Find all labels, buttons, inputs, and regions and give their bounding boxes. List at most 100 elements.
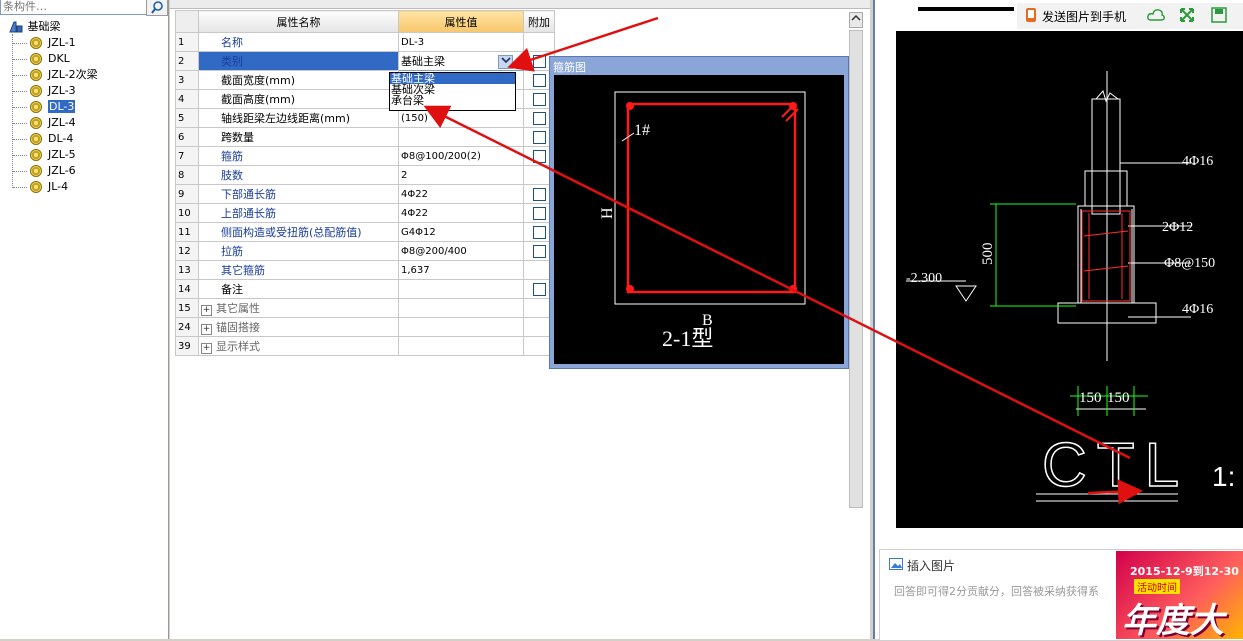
property-value[interactable] — [398, 298, 524, 318]
property-value[interactable]: DL-3 — [398, 32, 524, 52]
property-name: 截面宽度(mm) — [198, 70, 399, 90]
expand-icon[interactable]: + — [201, 343, 212, 354]
fullscreen-icon[interactable] — [1179, 7, 1195, 26]
property-name-text: 类别 — [221, 55, 243, 68]
property-value[interactable] — [398, 336, 524, 356]
property-value[interactable]: Φ8@200/400 — [398, 241, 524, 261]
promo-banner[interactable]: 2015-12-9到12-30 活动时间 年度大 — [1116, 551, 1243, 639]
attach-checkbox[interactable] — [532, 244, 546, 258]
tree-root-label: 基础梁 — [27, 20, 61, 33]
tree-connector — [13, 107, 27, 108]
attach-checkbox[interactable] — [532, 54, 546, 68]
property-value[interactable]: (150) — [398, 108, 524, 128]
attach-checkbox[interactable] — [532, 92, 546, 106]
table-row[interactable]: 7 箍筋 Φ8@100/200(2) — [175, 146, 555, 166]
property-name: 侧面构造或受扭筋(总配筋值) — [198, 222, 399, 242]
value-column-header: 属性值 — [398, 10, 524, 33]
attach-checkbox[interactable] — [532, 130, 546, 144]
table-row[interactable]: 1 名称 DL-3 — [175, 32, 555, 52]
attach-checkbox[interactable] — [532, 206, 546, 220]
row-number: 1 — [175, 32, 199, 52]
tree-item[interactable]: JZL-5 — [30, 147, 76, 163]
attach-checkbox[interactable] — [532, 111, 546, 125]
tree-item-label: DL-3 — [48, 100, 76, 113]
dropdown-option[interactable]: 承台梁 — [390, 95, 515, 106]
table-row[interactable]: 15 + 其它属性 — [175, 298, 555, 318]
property-name-text: 跨数量 — [221, 131, 254, 144]
row-number: 10 — [175, 203, 199, 223]
cad-drawing: 4Φ16 2Φ12 Φ8@150 4Φ16 500 -2.300 150 150… — [896, 31, 1243, 528]
attach-checkbox[interactable] — [532, 282, 546, 296]
cloud-icon[interactable] — [1146, 7, 1166, 26]
attach-checkbox[interactable] — [532, 225, 546, 239]
scroll-up-button[interactable] — [849, 12, 863, 28]
property-value[interactable]: 4Φ22 — [398, 203, 524, 223]
cad-label-elevation: -2.300 — [906, 271, 942, 286]
table-row[interactable]: 10 上部通长筋 4Φ22 — [175, 203, 555, 223]
insert-image-button[interactable]: 插入图片 — [907, 557, 955, 574]
row-number: 11 — [175, 222, 199, 242]
property-name-text: 备注 — [221, 283, 243, 296]
attach-checkbox[interactable] — [532, 73, 546, 87]
property-value[interactable]: G4Φ12 — [398, 222, 524, 242]
table-row[interactable]: 11 侧面构造或受扭筋(总配筋值) G4Φ12 — [175, 222, 555, 242]
property-value[interactable] — [398, 279, 524, 299]
search-button[interactable] — [146, 0, 168, 16]
beam-icon — [30, 53, 42, 65]
property-value[interactable]: 1,637 — [398, 260, 524, 280]
table-row[interactable]: 39 + 显示样式 — [175, 336, 555, 356]
tree-item[interactable]: JZL-2次梁 — [30, 67, 98, 83]
property-name: + 显示样式 — [198, 336, 399, 356]
property-value[interactable]: 2 — [398, 165, 524, 185]
tree-item[interactable]: DL-4 — [30, 131, 73, 147]
property-value[interactable] — [398, 317, 524, 337]
expand-icon[interactable]: + — [201, 305, 212, 316]
property-name: 其它箍筋 — [198, 260, 399, 280]
tree-connector — [13, 91, 27, 92]
tree-item[interactable]: DL-3 — [30, 99, 76, 115]
tree-item[interactable]: JL-4 — [30, 179, 68, 195]
row-number: 39 — [175, 336, 199, 356]
row-number: 9 — [175, 184, 199, 204]
property-name: 类别 — [198, 51, 399, 71]
property-name-text: 锚固搭接 — [216, 321, 260, 334]
beam-icon — [30, 149, 42, 161]
table-row[interactable]: 8 肢数 2 — [175, 165, 555, 185]
table-row[interactable]: 9 下部通长筋 4Φ22 — [175, 184, 555, 204]
attach-checkbox[interactable] — [532, 149, 546, 163]
beam-icon — [30, 117, 42, 129]
table-row[interactable]: 13 其它箍筋 1,637 — [175, 260, 555, 280]
search-input[interactable]: 条构件… — [0, 0, 147, 15]
table-row[interactable]: 6 跨数量 — [175, 127, 555, 147]
table-row[interactable]: 12 拉筋 Φ8@200/400 — [175, 241, 555, 261]
row-number: 4 — [175, 89, 199, 109]
attach-checkbox[interactable] — [532, 187, 546, 201]
row-number: 24 — [175, 317, 199, 337]
viewer-divider — [918, 7, 1014, 11]
row-number: 13 — [175, 260, 199, 280]
row-number: 8 — [175, 165, 199, 185]
tree-item[interactable]: JZL-4 — [30, 115, 76, 131]
scrollbar-thumb[interactable] — [849, 30, 863, 508]
tree-item[interactable]: DKL — [30, 51, 70, 67]
property-value[interactable]: Φ8@100/200(2) — [398, 146, 524, 166]
tree-root-item[interactable]: 基础梁 — [8, 19, 61, 35]
property-value[interactable]: 4Φ22 — [398, 184, 524, 204]
category-dropdown-button[interactable] — [498, 55, 513, 69]
send-to-phone-button[interactable]: 发送图片到手机 — [1042, 8, 1126, 25]
promo-date: 2015-12-9到12-30 — [1130, 565, 1239, 578]
tree-item[interactable]: JZL-1 — [30, 35, 76, 51]
expand-icon[interactable]: + — [201, 324, 212, 335]
table-row[interactable]: 5 轴线距梁左边线距离(mm) (150) — [175, 108, 555, 128]
property-name-text: 其它箍筋 — [221, 264, 265, 277]
promo-sub: 活动时间 — [1134, 579, 1180, 594]
save-icon[interactable] — [1211, 7, 1227, 26]
tree-item[interactable]: JZL-3 — [30, 83, 76, 99]
table-row[interactable]: 14 备注 — [175, 279, 555, 299]
figure-type-label: 2-1型 — [662, 326, 713, 351]
property-value[interactable] — [398, 127, 524, 147]
property-name-text: 截面高度(mm) — [221, 93, 296, 106]
tree-item[interactable]: JZL-6 — [30, 163, 76, 179]
property-name: 跨数量 — [198, 127, 399, 147]
table-row[interactable]: 24 + 锚固搭接 — [175, 317, 555, 337]
